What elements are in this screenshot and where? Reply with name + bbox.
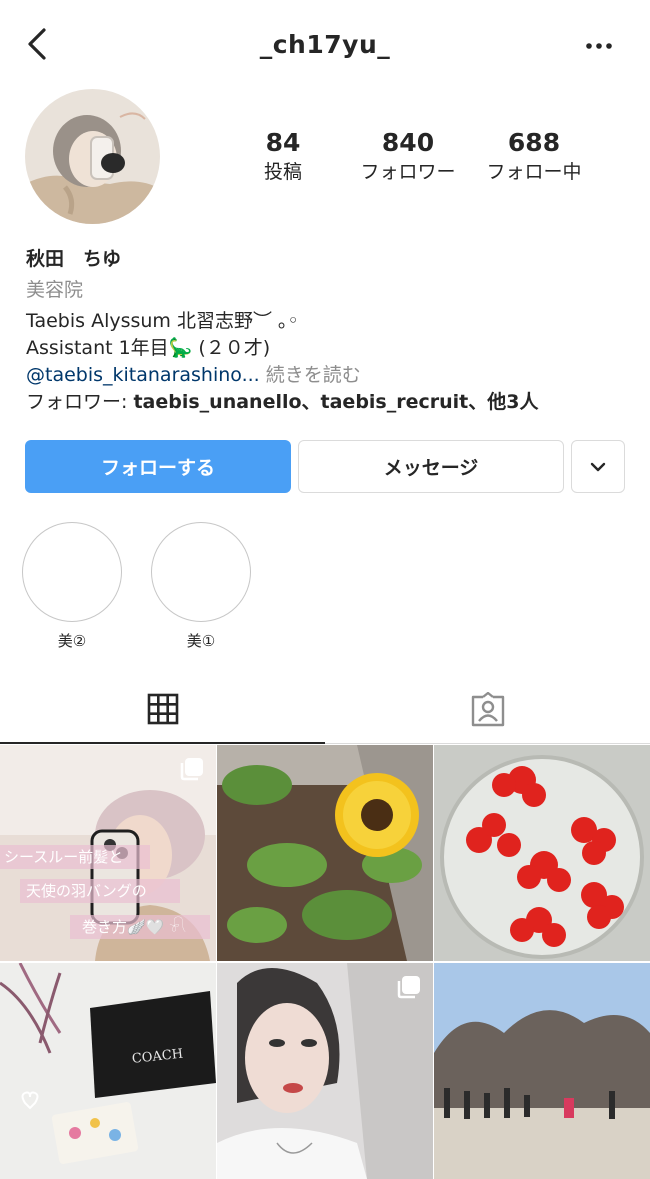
highlight-label: 美① [186, 632, 216, 650]
suggested-accounts-button[interactable] [571, 440, 625, 493]
followers-label: フォロワー [360, 161, 456, 183]
grid-icon [147, 693, 178, 725]
follow-button[interactable]: フォローする [25, 440, 291, 493]
stat-followers[interactable]: 840 フォロワー [343, 128, 473, 186]
highlight-cover [22, 522, 122, 622]
post-thumbnail-6[interactable] [434, 963, 650, 1179]
profile-stats: 84 投稿 840 フォロワー 688 フォロー中 [240, 128, 610, 188]
followers-count: 840 [381, 128, 435, 157]
following-label: フォロー中 [486, 161, 582, 183]
bio-mention-link[interactable]: @taebis_kitanarashino... [26, 364, 260, 386]
multiple-photos-icon [397, 976, 420, 999]
top-bar: _ch17yu_ [0, 0, 650, 92]
post-1-overlay-text-1: シースルー前髪と [4, 848, 123, 866]
followed-by-row[interactable]: フォロワー: taebis_unanello、taebis_recruit、他3… [26, 389, 626, 416]
profile-category: 美容院 [26, 279, 84, 301]
posts-label: 投稿 [263, 161, 302, 183]
post-thumbnail-5[interactable] [217, 963, 433, 1179]
highlight-cover [151, 522, 251, 622]
post-thumbnail-3[interactable] [434, 745, 650, 961]
post-thumbnail-2[interactable] [217, 745, 433, 961]
post-1-overlay-text-3: 巻き方🪽🤍 𓍯 [82, 917, 186, 936]
post-1-overlay-text-2: 天使の羽バングの [26, 882, 147, 900]
bio-line-1: Taebis Alyssum 北習志野︶ ｡◦ [26, 310, 299, 332]
post-grid: シースルー前髪と 天使の羽バングの 巻き方🪽🤍 𓍯 COACH [0, 745, 650, 1179]
tab-tagged[interactable] [325, 676, 650, 744]
stat-following[interactable]: 688 フォロー中 [469, 128, 599, 186]
highlight-label: 美② [57, 632, 87, 650]
followed-by-prefix: フォロワー: [26, 391, 134, 413]
profile-username: _ch17yu_ [259, 30, 391, 59]
more-options-icon[interactable] [584, 34, 614, 58]
post-thumbnail-1[interactable]: シースルー前髪と 天使の羽バングの 巻き方🪽🤍 𓍯 [0, 745, 216, 961]
chevron-down-icon [590, 462, 606, 471]
profile-avatar[interactable] [25, 89, 160, 224]
following-count: 688 [507, 128, 561, 157]
bio-link-row: @taebis_kitanarashino... 続きを読む [26, 362, 626, 389]
bio-line-2: Assistant 1年目🦕 (２０才) [26, 337, 271, 359]
read-more-link[interactable]: 続きを読む [260, 364, 361, 386]
highlight-1[interactable]: 美② [22, 522, 122, 651]
post-thumbnail-4[interactable]: COACH [0, 963, 216, 1179]
stat-posts[interactable]: 84 投稿 [218, 128, 348, 186]
multiple-photos-icon [180, 758, 203, 781]
highlight-2[interactable]: 美① [151, 522, 251, 651]
tagged-person-icon [471, 692, 504, 727]
profile-bio: 秋田 ちゆ 美容院 Taebis Alyssum 北習志野︶ ｡◦ Assist… [26, 246, 626, 416]
followed-by-names: taebis_unanello、taebis_recruit、他3人 [133, 391, 539, 413]
message-button[interactable]: メッセージ [298, 440, 564, 493]
display-name: 秋田 ちゆ [26, 248, 122, 270]
profile-tabs [0, 676, 650, 744]
posts-count: 84 [265, 128, 301, 157]
tab-posts-grid[interactable] [0, 676, 325, 744]
